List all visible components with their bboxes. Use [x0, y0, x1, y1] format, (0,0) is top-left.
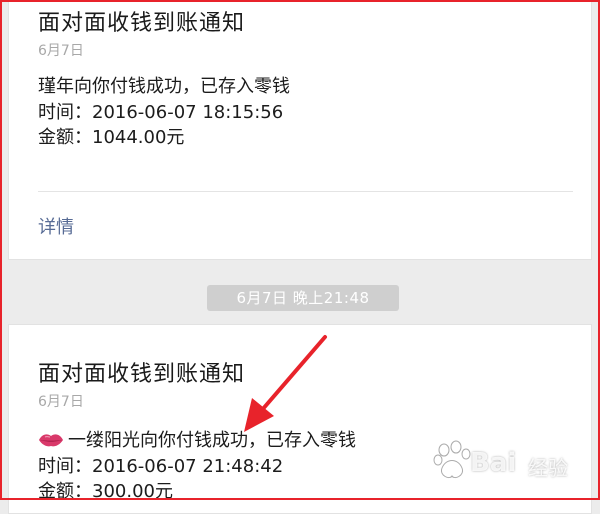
details-link[interactable]: 详情 — [38, 213, 74, 239]
chat-timestamp: 6月7日 晚上21:48 — [207, 285, 399, 311]
notification-amount: 金额：1044.00元 — [38, 127, 185, 148]
card-divider — [38, 191, 573, 192]
notification-title: 面对面收钱到账通知 — [38, 362, 246, 387]
notification-card-1[interactable]: 面对面收钱到账通知 6月7日 瑾年向你付钱成功，已存入零钱 时间：2016-06… — [8, 0, 592, 260]
lips-icon — [39, 434, 63, 447]
notification-message: 瑾年向你付钱成功，已存入零钱 — [38, 76, 290, 97]
notification-message: 一缕阳光向你付钱成功，已存入零钱 — [68, 430, 356, 451]
notification-time: 时间：2016-06-07 21:48:42 — [38, 456, 284, 477]
watermark-suffix: 经验 — [528, 456, 568, 480]
notification-date: 6月7日 — [38, 43, 84, 59]
notification-title: 面对面收钱到账通知 — [38, 11, 246, 36]
notification-message-row: 一缕阳光向你付钱成功，已存入零钱 — [38, 426, 356, 452]
notification-date: 6月7日 — [38, 394, 84, 410]
watermark-brand: Bai — [470, 448, 517, 478]
notification-time: 时间：2016-06-07 18:15:56 — [38, 102, 284, 123]
notification-amount: 金额：300.00元 — [38, 481, 173, 502]
